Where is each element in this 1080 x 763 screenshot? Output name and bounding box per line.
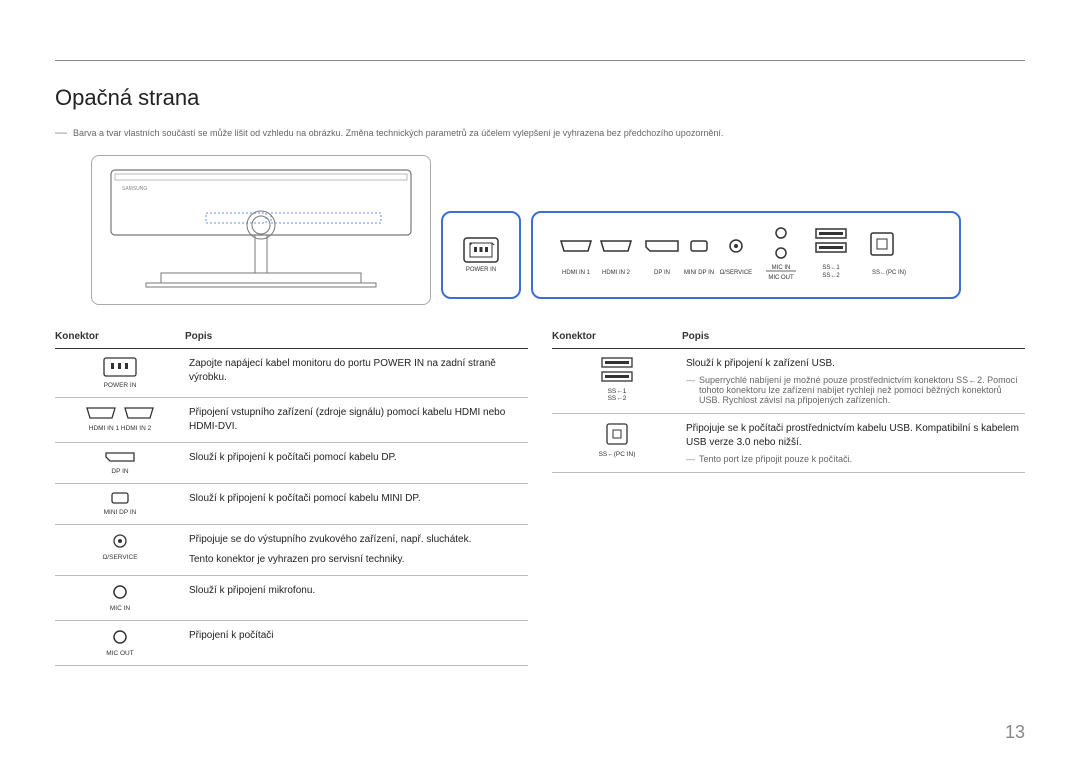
power-port-diagram: POWER IN xyxy=(441,211,521,299)
conn-label: POWER IN xyxy=(59,382,181,389)
svg-text:SS←(PC IN): SS←(PC IN) xyxy=(872,270,906,276)
dp-icon xyxy=(104,451,136,463)
svg-text:SAMSUNG: SAMSUNG xyxy=(122,186,147,192)
conn-desc: Slouží k připojení k počítači pomocí kab… xyxy=(189,492,524,506)
table-row: SS←(PC IN) Připojuje se k počítači prost… xyxy=(552,414,1025,473)
table-row: SS←1 SS←2 Slouží k připojení k zařízení … xyxy=(552,349,1025,414)
usb-b-icon xyxy=(605,422,629,446)
conn-desc: Slouží k připojení k zařízení USB. xyxy=(686,357,1021,371)
monitor-svg: SAMSUNG xyxy=(106,165,416,295)
conn-desc: Připojení vstupního zařízení (zdroje sig… xyxy=(189,406,524,434)
connectors-table-right: Konektor Popis SS←1 SS←2 xyxy=(552,325,1025,473)
svg-text:DP IN: DP IN xyxy=(654,270,670,276)
top-rule xyxy=(55,60,1025,61)
svg-text:HDMI IN 1: HDMI IN 1 xyxy=(562,270,591,276)
connectors-table-left: Konektor Popis POWER IN Zapojte napájecí… xyxy=(55,325,528,666)
th-konektor: Konektor xyxy=(552,325,682,349)
conn-desc: Slouží k připojení k počítači pomocí kab… xyxy=(189,451,524,465)
table-row: MINI DP IN Slouží k připojení k počítači… xyxy=(55,484,528,525)
conn-note: Superrychlé nabíjení je možné pouze pros… xyxy=(686,375,1021,405)
conn-label: SS←(PC IN) xyxy=(556,451,678,458)
svg-text:MIC IN: MIC IN xyxy=(772,265,791,271)
table-row: POWER IN Zapojte napájecí kabel monitoru… xyxy=(55,349,528,398)
right-table-col: Konektor Popis SS←1 SS←2 xyxy=(552,325,1025,666)
svg-text:Ω/SERVICE: Ω/SERVICE xyxy=(720,270,752,276)
svg-text:HDMI IN 2: HDMI IN 2 xyxy=(602,270,631,276)
th-konektor: Konektor xyxy=(55,325,185,349)
section-title: Opačná strana xyxy=(55,85,1025,111)
audio-jack-icon xyxy=(112,533,128,549)
conn-desc: Připojuje se do výstupního zvukového zař… xyxy=(189,533,524,547)
th-popis: Popis xyxy=(185,325,528,349)
svg-text:SS←2: SS←2 xyxy=(822,273,840,279)
mic-out-icon xyxy=(112,629,128,645)
conn-label: HDMI IN 1 HDMI IN 2 xyxy=(59,425,181,432)
monitor-rear-diagram: SAMSUNG xyxy=(91,155,431,305)
table-row: MIC IN Slouží k připojení mikrofonu. xyxy=(55,576,528,621)
svg-text:MINI DP IN: MINI DP IN xyxy=(684,270,714,276)
table-row: MIC OUT Připojení k počítači xyxy=(55,621,528,666)
table-row: HDMI IN 1 HDMI IN 2 Připojení vstupního … xyxy=(55,398,528,443)
usb-a-dual-icon xyxy=(601,357,633,383)
conn-label: Ω/SERVICE xyxy=(59,554,181,561)
conn-desc2: Tento konektor je vyhrazen pro servisní … xyxy=(189,553,524,567)
mic-in-icon xyxy=(112,584,128,600)
disclaimer-text: Barva a tvar vlastních součástí se může … xyxy=(73,128,723,138)
power-icon xyxy=(463,237,499,263)
disclaimer: Barva a tvar vlastních součástí se může … xyxy=(55,125,1025,139)
conn-label: DP IN xyxy=(59,468,181,475)
conn-label: MIC IN xyxy=(59,605,181,612)
th-popis: Popis xyxy=(682,325,1025,349)
table-row: Ω/SERVICE Připojuje se do výstupního zvu… xyxy=(55,525,528,576)
conn-desc: Zapojte napájecí kabel monitoru do portu… xyxy=(189,357,524,385)
power-label: POWER IN xyxy=(466,267,496,273)
svg-text:MIC OUT: MIC OUT xyxy=(768,275,794,281)
table-row: DP IN Slouží k připojení k počítači pomo… xyxy=(55,443,528,484)
conn-label: MIC OUT xyxy=(59,650,181,657)
ports-diagram: HDMI IN 1 HDMI IN 2 DP IN MINI DP IN Ω/S… xyxy=(531,211,961,299)
conn-desc: Připojení k počítači xyxy=(189,629,524,643)
svg-text:SS←1: SS←1 xyxy=(822,265,840,271)
diagram-row: SAMSUNG POWER IN HDMI IN 1 xyxy=(91,155,1025,305)
power-socket-icon xyxy=(103,357,137,377)
tables-row: Konektor Popis POWER IN Zapojte napájecí… xyxy=(55,325,1025,666)
conn-label: MINI DP IN xyxy=(59,509,181,516)
conn-desc: Slouží k připojení mikrofonu. xyxy=(189,584,524,598)
mini-dp-icon xyxy=(111,492,129,504)
conn-desc: Připojuje se k počítači prostřednictvím … xyxy=(686,422,1021,450)
hdmi-icon xyxy=(85,406,155,420)
ports-svg: HDMI IN 1 HDMI IN 2 DP IN MINI DP IN Ω/S… xyxy=(541,219,951,291)
left-table-col: Konektor Popis POWER IN Zapojte napájecí… xyxy=(55,325,528,666)
conn-label: SS←1 SS←2 xyxy=(556,388,678,402)
page-number: 13 xyxy=(1005,722,1025,743)
conn-note: Tento port lze připojit pouze k počítači… xyxy=(686,454,1021,464)
